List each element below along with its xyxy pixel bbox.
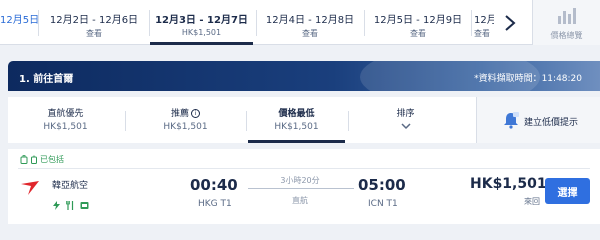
price-graph-label: 價格總覽 (550, 31, 583, 40)
arrival-time: 05:00 (358, 176, 406, 194)
checked-bag-icon (31, 155, 37, 164)
stops-label: 直航 (292, 196, 308, 205)
date-tab-dates: 12月2日 - 12月6日 (49, 15, 139, 26)
date-tab-price: 查看 (86, 29, 102, 38)
chevron-right-icon (505, 14, 516, 31)
sort-option-price: HK$1,501 (43, 122, 88, 132)
sort-dropdown[interactable]: 排序 (353, 97, 458, 143)
included-badge: 已包括 (20, 154, 64, 165)
departure-time: 00:40 (190, 176, 238, 194)
price-alert-button[interactable]: 建立低價提示 (476, 97, 600, 143)
sort-option-name: 價格最低 (278, 109, 315, 119)
flight-card[interactable]: 已包括 韓亞航空 00:40 HKG T1 3小時20分 直航 05:00 IC… (8, 149, 600, 224)
sort-option-name: 推薦 i (128, 106, 243, 119)
date-tab-dates: 12月5 (474, 15, 494, 26)
sort-bar: 直航優先 HK$1,501 推薦 i HK$1,501 價格最低 HK$1,501… (8, 97, 600, 143)
select-flight-button[interactable]: 選擇 (545, 178, 590, 204)
date-tab-5[interactable]: 12月5 查看 (474, 0, 494, 45)
sort-divider (246, 111, 247, 131)
arrival-airport: ICN T1 (368, 199, 398, 209)
carry-on-bag-icon (20, 155, 28, 164)
airline-name: 韓亞航空 (52, 181, 89, 191)
amenities (52, 195, 89, 210)
date-tab-dates: 12月4日 - 12月8日 (265, 15, 355, 26)
sort-direct-first[interactable]: 直航優先 HK$1,501 (8, 97, 123, 143)
tab-divider (256, 10, 257, 36)
sort-option-name: 排序 (396, 109, 415, 119)
sort-divider (125, 111, 126, 131)
date-tab-0[interactable]: 12月5日 (0, 0, 40, 45)
fetch-time: *資料擷取時間：11:48:20 (474, 74, 582, 84)
next-dates-button[interactable] (494, 0, 526, 45)
date-tab-price: 查看 (474, 29, 490, 38)
included-label: 已包括 (40, 155, 64, 164)
asiana-logo-icon (21, 181, 39, 195)
price-graph-button[interactable]: 價格總覽 (532, 0, 600, 45)
date-tabs-bar: 12月5日 12月2日 - 12月6日 查看 12月3日 - 12月7日 HK$… (0, 0, 600, 45)
sort-lowest-price[interactable]: 價格最低 HK$1,501 (248, 97, 345, 143)
sort-option-label: 推薦 (170, 109, 189, 119)
flight-price: HK$1,501 (470, 176, 547, 192)
meal-icon (66, 195, 75, 210)
bar-chart-icon (558, 8, 576, 24)
flight-duration: 3小時20分 (280, 176, 320, 185)
sort-option-price: HK$1,501 (163, 122, 208, 132)
sort-option-name: 直航優先 (47, 109, 84, 119)
sort-option-price: HK$1,501 (274, 122, 319, 132)
price-note: 來回 (524, 197, 540, 206)
route-line (248, 188, 354, 189)
chevron-down-icon (400, 123, 411, 130)
tab-divider (364, 10, 365, 36)
bell-alert-icon (504, 112, 519, 129)
date-tab-dates: 12月5日 (0, 15, 40, 26)
leg-header: 1. 前往首爾 *資料擷取時間：11:48:20 (8, 61, 600, 91)
sort-recommended[interactable]: 推薦 i HK$1,501 (128, 97, 243, 143)
date-tab-price: 查看 (302, 29, 318, 38)
sort-divider (348, 111, 349, 131)
date-tab-price: HK$1,501 (181, 28, 222, 37)
card-divider (18, 168, 590, 169)
date-tab-3[interactable]: 12月4日 - 12月8日 查看 (258, 0, 362, 45)
departure-airport: HKG T1 (198, 199, 232, 209)
tab-divider (38, 10, 39, 36)
price-alert-label: 建立低價提示 (524, 118, 579, 128)
date-tab-2[interactable]: 12月3日 - 12月7日 HK$1,501 (150, 0, 253, 45)
entertainment-icon (80, 195, 89, 209)
date-tab-dates: 12月3日 - 12月7日 (155, 15, 248, 26)
info-icon[interactable]: i (191, 109, 200, 118)
date-tab-price: 查看 (410, 29, 426, 38)
date-tab-dates: 12月5日 - 12月9日 (373, 15, 463, 26)
power-icon (52, 195, 61, 210)
tab-divider (471, 10, 472, 36)
date-tab-4[interactable]: 12月5日 - 12月9日 查看 (366, 0, 470, 45)
leg-title: 1. 前往首爾 (19, 74, 74, 85)
date-tab-1[interactable]: 12月2日 - 12月6日 查看 (42, 0, 146, 45)
